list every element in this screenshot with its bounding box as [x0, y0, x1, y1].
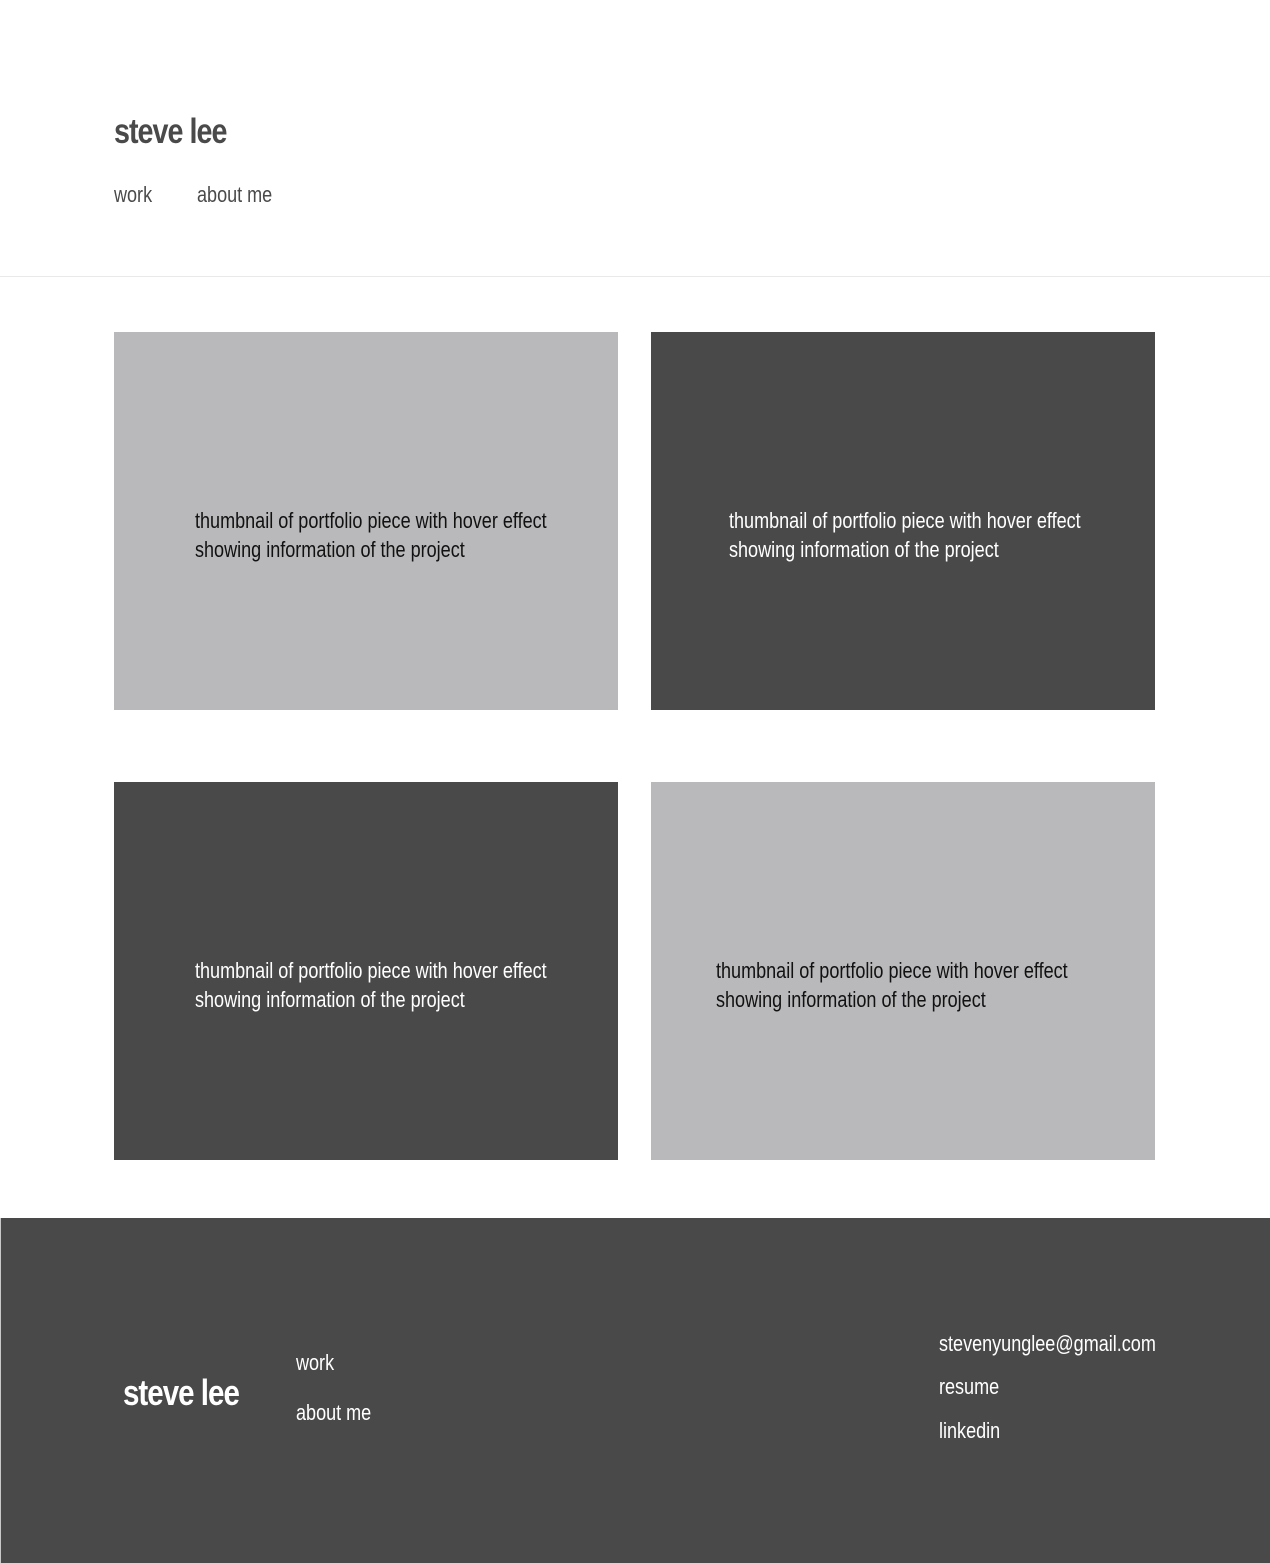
nav-link-work[interactable]: work [114, 182, 152, 208]
footer-link-about-me[interactable]: about me [296, 1400, 371, 1426]
portfolio-tile-caption: thumbnail of portfolio piece with hover … [195, 956, 547, 1014]
portfolio-tile-caption-line: thumbnail of portfolio piece with hover … [729, 508, 1081, 533]
portfolio-tile-caption-line: showing information of the project [716, 987, 986, 1012]
site-header: steve lee work about me [0, 0, 1270, 277]
portfolio-tile-caption-line: showing information of the project [729, 537, 999, 562]
portfolio-tile[interactable]: thumbnail of portfolio piece with hover … [651, 332, 1155, 710]
footer-email-link[interactable]: stevenyunglee@gmail.com [939, 1331, 1156, 1357]
footer-link-work[interactable]: work [296, 1350, 334, 1376]
portfolio-tile-caption-line: showing information of the project [195, 987, 465, 1012]
nav-link-about-me[interactable]: about me [197, 182, 272, 208]
footer-resume-link[interactable]: resume [939, 1374, 999, 1400]
portfolio-tile-caption-line: showing information of the project [195, 537, 465, 562]
site-logo-text[interactable]: steve lee [114, 112, 227, 152]
portfolio-tile-caption-line: thumbnail of portfolio piece with hover … [195, 508, 547, 533]
footer-logo-text[interactable]: steve lee [123, 1372, 240, 1414]
portfolio-tile[interactable]: thumbnail of portfolio piece with hover … [114, 782, 618, 1160]
portfolio-tile-caption: thumbnail of portfolio piece with hover … [195, 506, 547, 564]
site-footer: steve lee work about me stevenyunglee@gm… [0, 1218, 1270, 1563]
portfolio-tile[interactable]: thumbnail of portfolio piece with hover … [651, 782, 1155, 1160]
portfolio-tile-caption-line: thumbnail of portfolio piece with hover … [716, 958, 1068, 983]
portfolio-tile[interactable]: thumbnail of portfolio piece with hover … [114, 332, 618, 710]
footer-linkedin-link[interactable]: linkedin [939, 1418, 1000, 1444]
portfolio-tile-caption: thumbnail of portfolio piece with hover … [729, 506, 1081, 564]
portfolio-tile-caption-line: thumbnail of portfolio piece with hover … [195, 958, 547, 983]
portfolio-tile-caption: thumbnail of portfolio piece with hover … [716, 956, 1068, 1014]
